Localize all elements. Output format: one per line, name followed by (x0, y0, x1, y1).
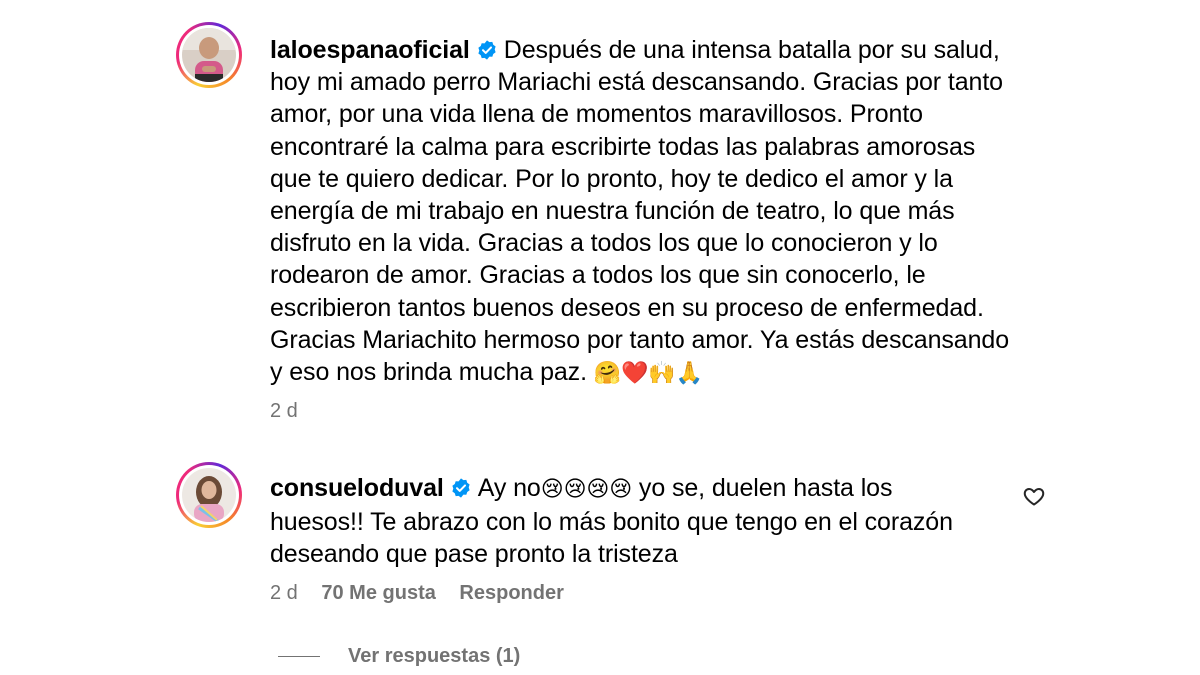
verified-badge-icon (478, 40, 496, 60)
comment-meta: 2 d 70 Me gusta Responder (270, 582, 582, 605)
avatar[interactable] (182, 468, 236, 522)
heart-outline-icon[interactable] (1022, 484, 1046, 508)
story-ring[interactable] (176, 22, 242, 88)
comment-text-start: Ay no (477, 474, 541, 502)
avatar[interactable] (182, 28, 236, 82)
comments-panel: laloespanaoficial Después de una intensa… (0, 0, 1200, 675)
username[interactable]: consueloduval (270, 474, 444, 502)
reply-button[interactable]: Responder (459, 582, 563, 604)
caption-meta: 2 d (270, 400, 316, 423)
caption-text: Después de una intensa batalla por su sa… (270, 36, 1010, 387)
view-replies-button[interactable]: Ver respuestas (1) (278, 645, 520, 668)
comment-body: consueloduval Ay no😢😢😢😢 yo se, duelen ha… (270, 472, 990, 571)
comment-emojis: 😢😢😢😢 (540, 477, 633, 502)
divider-line (278, 655, 320, 658)
username[interactable]: laloespanaoficial (270, 36, 470, 64)
story-ring[interactable] (176, 462, 242, 528)
timestamp[interactable]: 2 d (270, 400, 298, 422)
timestamp[interactable]: 2 d (270, 582, 298, 604)
verified-badge-icon (452, 478, 470, 498)
caption-emojis: 🤗❤️🙌🙏 (593, 361, 703, 387)
likes-count[interactable]: 70 Me gusta (321, 582, 435, 604)
view-replies-label: Ver respuestas (1) (348, 645, 521, 667)
caption-body: laloespanaoficial Después de una intensa… (270, 34, 1010, 390)
